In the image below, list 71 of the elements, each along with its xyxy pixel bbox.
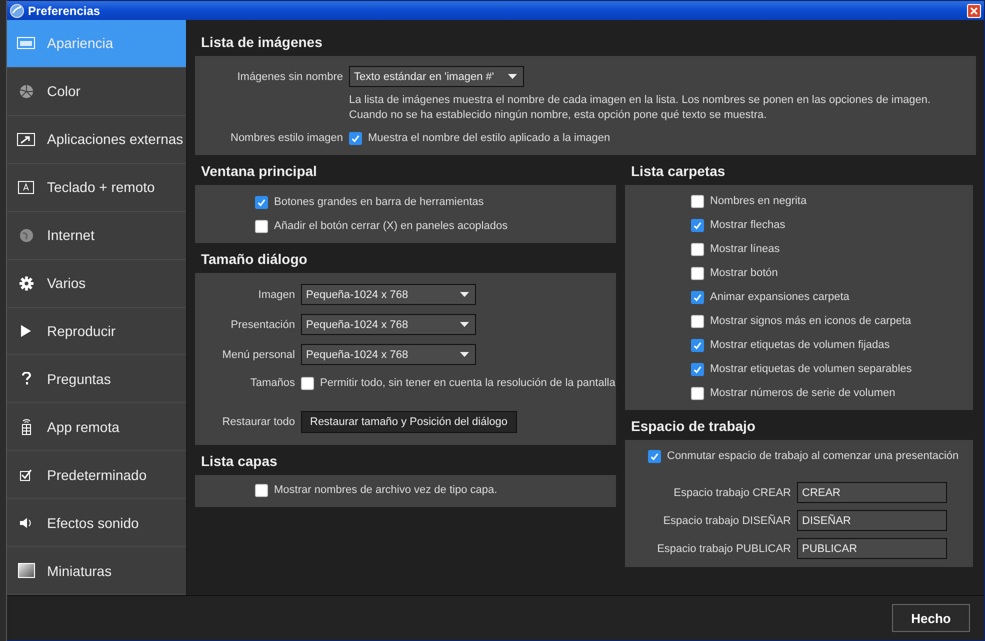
section-title: Lista carpetas bbox=[630, 162, 726, 181]
checkbox-label: Mostrar nombres de archivo vez de tipo capa. bbox=[274, 484, 498, 496]
caret-icon bbox=[460, 352, 469, 357]
field-label: Tamaños bbox=[249, 377, 295, 389]
checkbox-label: Animar expansiones carpeta bbox=[710, 291, 850, 303]
app-logo-icon bbox=[10, 4, 24, 18]
checkbox[interactable] bbox=[691, 386, 704, 400]
checkbox-label: Mostrar números de serie de volumen bbox=[710, 387, 896, 399]
window-icon bbox=[15, 37, 37, 50]
checkbox-label: Permitir todo, sin tener en cuenta la resolución de la pantalla bbox=[320, 377, 616, 389]
field-label: Imagen bbox=[257, 288, 295, 300]
input-field[interactable]: PUBLICAR bbox=[797, 538, 947, 559]
field-label: Menú personal bbox=[221, 348, 295, 360]
restore-button[interactable]: Restaurar tamaño y Posición del diálogo bbox=[301, 411, 517, 433]
window-title: Preferencias bbox=[28, 4, 102, 18]
input-field[interactable]: DISEÑAR bbox=[797, 510, 947, 531]
checkbox-label: Mostrar etiquetas de volumen fijadas bbox=[710, 339, 890, 351]
field-label: Restaurar todo bbox=[221, 416, 295, 428]
field-label: Espacio trabajo CREAR bbox=[672, 486, 791, 498]
checkbox-label: Mostrar botón bbox=[710, 267, 778, 279]
checkbox[interactable] bbox=[255, 196, 268, 208]
input-field[interactable]: CREAR bbox=[797, 482, 947, 503]
caret-icon bbox=[460, 292, 469, 297]
checkbox-label: Mostrar signos más en iconos de carpeta bbox=[710, 315, 912, 327]
checkbox-label: Nombres en negrita bbox=[710, 195, 807, 207]
done-button[interactable]: Hecho bbox=[892, 604, 970, 632]
section-title: Lista de imágenes bbox=[200, 33, 324, 52]
checkbox-label: Añadir el botón cerrar (X) en paneles acoplados bbox=[274, 220, 508, 232]
checkbox[interactable] bbox=[691, 362, 704, 376]
checkbox[interactable] bbox=[255, 220, 268, 232]
field-label: Presentación bbox=[230, 318, 295, 330]
checkbox[interactable] bbox=[691, 242, 704, 256]
section-title: Ventana principal bbox=[200, 162, 318, 181]
checkbox[interactable] bbox=[691, 314, 704, 328]
checkbox[interactable] bbox=[648, 450, 661, 462]
checkbox[interactable] bbox=[691, 266, 704, 280]
section-title: Tamaño diálogo bbox=[200, 250, 308, 269]
close-icon bbox=[970, 6, 978, 14]
field-label: Imágenes sin nombre bbox=[236, 70, 343, 82]
checkbox[interactable] bbox=[691, 194, 704, 208]
thumbnail-icon bbox=[15, 563, 37, 578]
checkbox-label: Mostrar líneas bbox=[710, 243, 780, 255]
dropdown[interactable]: Texto estándar en 'imagen #' bbox=[349, 66, 524, 87]
checkbox-label: Conmutar espacio de trabajo al comenzar una presentación bbox=[667, 450, 959, 462]
dropdown[interactable]: Pequeña-1024 x 768 bbox=[301, 314, 476, 335]
sidebar-item[interactable]: Varios bbox=[7, 260, 186, 308]
checkbox-label: Botones grandes en barra de herramientas bbox=[274, 196, 484, 208]
checkbox-label: Mostrar etiquetas de volumen separables bbox=[710, 363, 912, 375]
checkbox[interactable] bbox=[301, 376, 314, 390]
field-label: Espacio trabajo DISEÑAR bbox=[662, 514, 791, 526]
caret-icon bbox=[508, 74, 517, 79]
section-title: Espacio de trabajo bbox=[630, 417, 756, 436]
section-title: Lista capas bbox=[200, 452, 278, 471]
checkbox-label: Mostrar flechas bbox=[710, 219, 786, 231]
checkbox[interactable] bbox=[349, 132, 362, 144]
external-window-icon bbox=[15, 132, 37, 146]
sidebar-item[interactable]: Reproducir bbox=[7, 308, 186, 356]
checkbox[interactable] bbox=[691, 290, 704, 304]
close-button[interactable] bbox=[967, 4, 981, 18]
checkbox-label: Muestra el nombre del estilo aplicado a la imagen bbox=[368, 132, 610, 144]
description-text: La lista de imágenes muestra el nombre de cada imagen en la lista. Los nombres se ponen en las opciones de imagen. Cuando no se ha establecido ningún nombre, esta opción pone qué texto se muestra. bbox=[349, 93, 932, 123]
caret-icon bbox=[460, 322, 469, 327]
field-label: Espacio trabajo PUBLICAR bbox=[656, 542, 791, 554]
checkbox[interactable] bbox=[691, 338, 704, 352]
sidebar-item[interactable]: Internet bbox=[7, 212, 186, 260]
dropdown[interactable]: Pequeña-1024 x 768 bbox=[301, 344, 476, 365]
checkbox[interactable] bbox=[255, 484, 268, 496]
dropdown[interactable]: Pequeña-1024 x 768 bbox=[301, 284, 476, 305]
checkbox[interactable] bbox=[691, 218, 704, 232]
field-label: Nombres estilo imagen bbox=[230, 132, 343, 144]
keyboard-key-icon bbox=[15, 180, 37, 194]
